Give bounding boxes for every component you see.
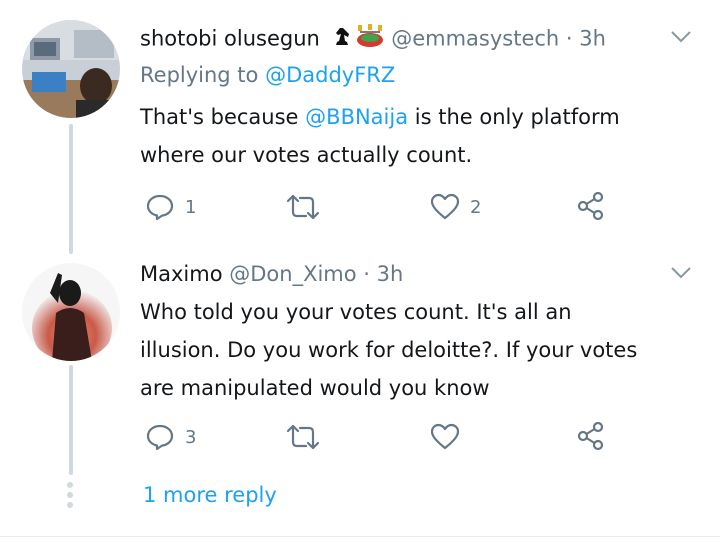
divider <box>0 536 720 537</box>
stadium-icon <box>355 24 385 55</box>
share-icon <box>577 421 604 451</box>
tweet-text-segment: That's because <box>140 105 299 129</box>
mention-link[interactable]: @BBNaija <box>305 105 408 129</box>
heart-icon <box>430 423 460 450</box>
like-count: 2 <box>470 196 482 218</box>
retweet-icon <box>286 424 320 450</box>
tweet-time[interactable]: 3h <box>579 27 606 51</box>
display-name[interactable]: Maximo <box>140 262 223 286</box>
separator-dot: · <box>565 26 573 51</box>
like-button[interactable]: 2 <box>430 193 481 221</box>
like-button[interactable] <box>430 423 470 451</box>
retweet-icon <box>286 194 320 220</box>
separator-dot: · <box>363 262 370 286</box>
heart-icon <box>430 193 460 220</box>
tweet-text-line: are manipulated would you know <box>140 376 490 400</box>
reply-button[interactable]: 3 <box>145 423 196 451</box>
thread-dots <box>67 482 73 512</box>
replying-to: Replying to @DaddyFRZ <box>140 61 395 89</box>
tweet-text-line: illusion. Do you work for deloitte?. If … <box>140 338 638 362</box>
chevron-down-icon[interactable] <box>670 30 692 44</box>
tweet-text-line: where our votes actually count. <box>140 143 473 167</box>
reply-count: 1 <box>185 196 197 218</box>
chess-knight-icon <box>331 25 353 54</box>
thread-line <box>69 124 73 254</box>
replying-to-label: Replying to <box>140 63 259 87</box>
display-name[interactable]: shotobi olusegun <box>140 27 320 51</box>
retweet-button[interactable] <box>286 193 330 221</box>
more-replies-link[interactable]: 1 more reply <box>143 481 277 509</box>
user-handle[interactable]: @Don_Ximo <box>229 262 356 286</box>
reply-count: 3 <box>185 426 197 448</box>
chevron-down-icon[interactable] <box>670 266 692 280</box>
thread-line <box>69 365 73 475</box>
tweet-header: Maximo @Don_Ximo · 3h <box>140 260 403 288</box>
share-button[interactable] <box>576 191 606 221</box>
tweet-text-segment: is the only platform <box>408 105 620 129</box>
user-handle[interactable]: @emmasystech <box>391 27 559 51</box>
tweet-time[interactable]: 3h <box>377 262 404 286</box>
retweet-button[interactable] <box>286 423 330 451</box>
share-icon <box>577 191 604 221</box>
tweet-text: Who told you your votes count. It's all … <box>140 293 700 407</box>
avatar[interactable] <box>22 263 120 361</box>
tweet-text-line: Who told you your votes count. It's all … <box>140 300 572 324</box>
avatar[interactable] <box>22 20 120 118</box>
tweet-header: shotobi olusegun @emmasystech · 3h <box>140 24 606 55</box>
reply-icon <box>146 194 174 221</box>
reply-button[interactable]: 1 <box>145 193 196 221</box>
tweet-text: That's because @BBNaija is the only plat… <box>140 98 700 174</box>
reply-icon <box>146 424 174 451</box>
share-button[interactable] <box>576 421 606 451</box>
reply-mention-link[interactable]: @DaddyFRZ <box>265 63 395 87</box>
